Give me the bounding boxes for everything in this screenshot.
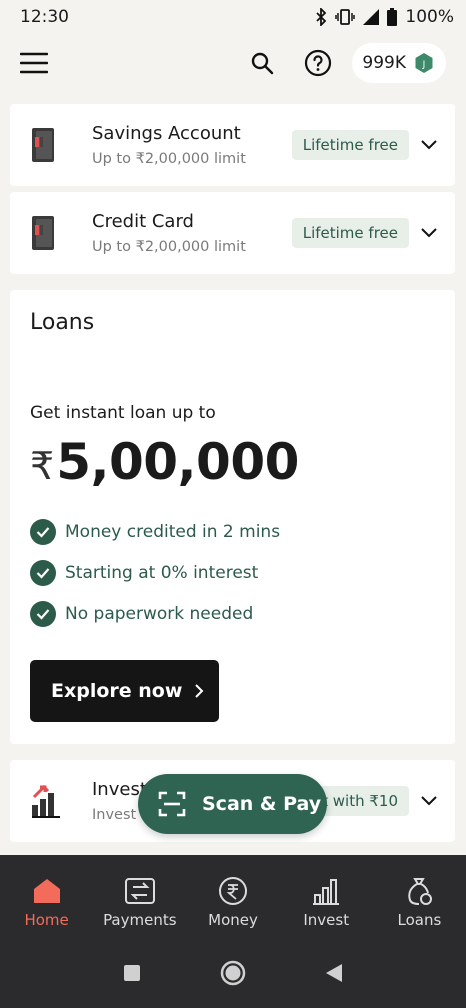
rupee-icon [219, 877, 247, 905]
check-icon [30, 600, 56, 627]
scan-and-pay-button[interactable]: Scan & Pay [138, 774, 327, 834]
app-header: 999K J [0, 34, 466, 92]
expand-button[interactable] [417, 789, 441, 813]
feature-text: No paperwork needed [65, 603, 254, 624]
lifetime-free-badge: Lifetime free [291, 130, 409, 160]
home-circle-icon[interactable] [220, 960, 246, 986]
feature-list: Money credited in 2 mins Starting at 0% … [30, 511, 435, 634]
credit-card-card[interactable]: Credit Card Up to ₹2,00,000 limit Lifeti… [10, 192, 455, 274]
nav-payments[interactable]: Payments [93, 855, 186, 938]
help-button[interactable] [298, 43, 338, 83]
search-button[interactable] [242, 43, 282, 83]
nav-invest[interactable]: Invest [280, 855, 373, 938]
savings-account-card[interactable]: Savings Account Up to ₹2,00,000 limit Li… [10, 104, 455, 186]
product-title: Credit Card [92, 211, 194, 232]
amount-value: 5,00,000 [56, 433, 299, 491]
explore-now-button[interactable]: Explore now [30, 660, 219, 722]
chevron-right-icon [195, 684, 204, 698]
search-icon [252, 52, 274, 75]
product-subtitle: Up to ₹2,00,000 limit [92, 239, 246, 255]
chart-bars-icon [313, 879, 340, 905]
jewel-icon: J [415, 53, 433, 73]
menu-button[interactable] [20, 43, 60, 83]
product-title: Savings Account [92, 123, 241, 144]
loan-amount: ₹ 5,00,000 [30, 433, 435, 491]
expand-button[interactable] [417, 133, 441, 157]
nav-label: Loans [397, 911, 442, 929]
nav-label: Money [208, 911, 258, 929]
money-bag-icon [408, 878, 433, 905]
feature-text: Money credited in 2 mins [65, 521, 281, 542]
lifetime-free-badge: Lifetime free [291, 218, 409, 248]
hamburger-icon [20, 52, 48, 74]
chevron-down-icon [421, 140, 437, 150]
nav-money[interactable]: Money [186, 855, 279, 938]
nav-label: Invest [303, 911, 350, 929]
savings-card-icon [32, 128, 54, 162]
loan-intro: Get instant loan up to [30, 403, 216, 423]
recents-icon[interactable] [124, 965, 140, 981]
loans-heading: Loans [30, 310, 95, 335]
feature-item: Money credited in 2 mins [30, 511, 435, 552]
loans-card: Loans Get instant loan up to ₹ 5,00,000 … [10, 290, 455, 744]
payments-icon [124, 878, 155, 904]
scan-icon [158, 791, 186, 817]
chevron-down-icon [421, 796, 437, 806]
battery-icon [387, 8, 398, 26]
jewel-letter: J [422, 60, 426, 70]
explore-label: Explore now [51, 680, 183, 702]
status-time: 12:30 [20, 7, 69, 27]
check-icon [30, 559, 56, 586]
scan-pay-label: Scan & Pay [202, 793, 322, 815]
investment-icon [32, 784, 60, 818]
nav-home[interactable]: Home [0, 855, 93, 938]
bluetooth-icon [316, 8, 327, 26]
status-icons: 100% [315, 7, 454, 27]
currency-symbol: ₹ [30, 444, 55, 488]
credit-card-icon [32, 216, 54, 250]
product-subtitle: Up to ₹2,00,000 limit [92, 151, 246, 167]
vibrate-icon [335, 9, 356, 25]
chevron-down-icon [421, 228, 437, 238]
help-icon [305, 49, 332, 77]
system-nav-bar [0, 938, 466, 1008]
bottom-nav: Home Payments Money Invest Loans [0, 855, 466, 938]
nav-label: Home [24, 911, 69, 929]
battery-percent: 100% [405, 7, 454, 27]
feature-text: Starting at 0% interest [65, 562, 259, 583]
points-value: 999K [362, 53, 406, 73]
home-icon [33, 879, 60, 903]
back-icon[interactable] [326, 964, 342, 982]
feature-item: No paperwork needed [30, 593, 435, 634]
feature-item: Starting at 0% interest [30, 552, 435, 593]
points-chip[interactable]: 999K J [352, 43, 446, 83]
nav-loans[interactable]: Loans [373, 855, 466, 938]
nav-label: Payments [103, 911, 177, 929]
signal-icon [363, 9, 380, 25]
status-bar: 12:30 100% [0, 0, 466, 34]
check-icon [30, 518, 56, 545]
expand-button[interactable] [417, 221, 441, 245]
